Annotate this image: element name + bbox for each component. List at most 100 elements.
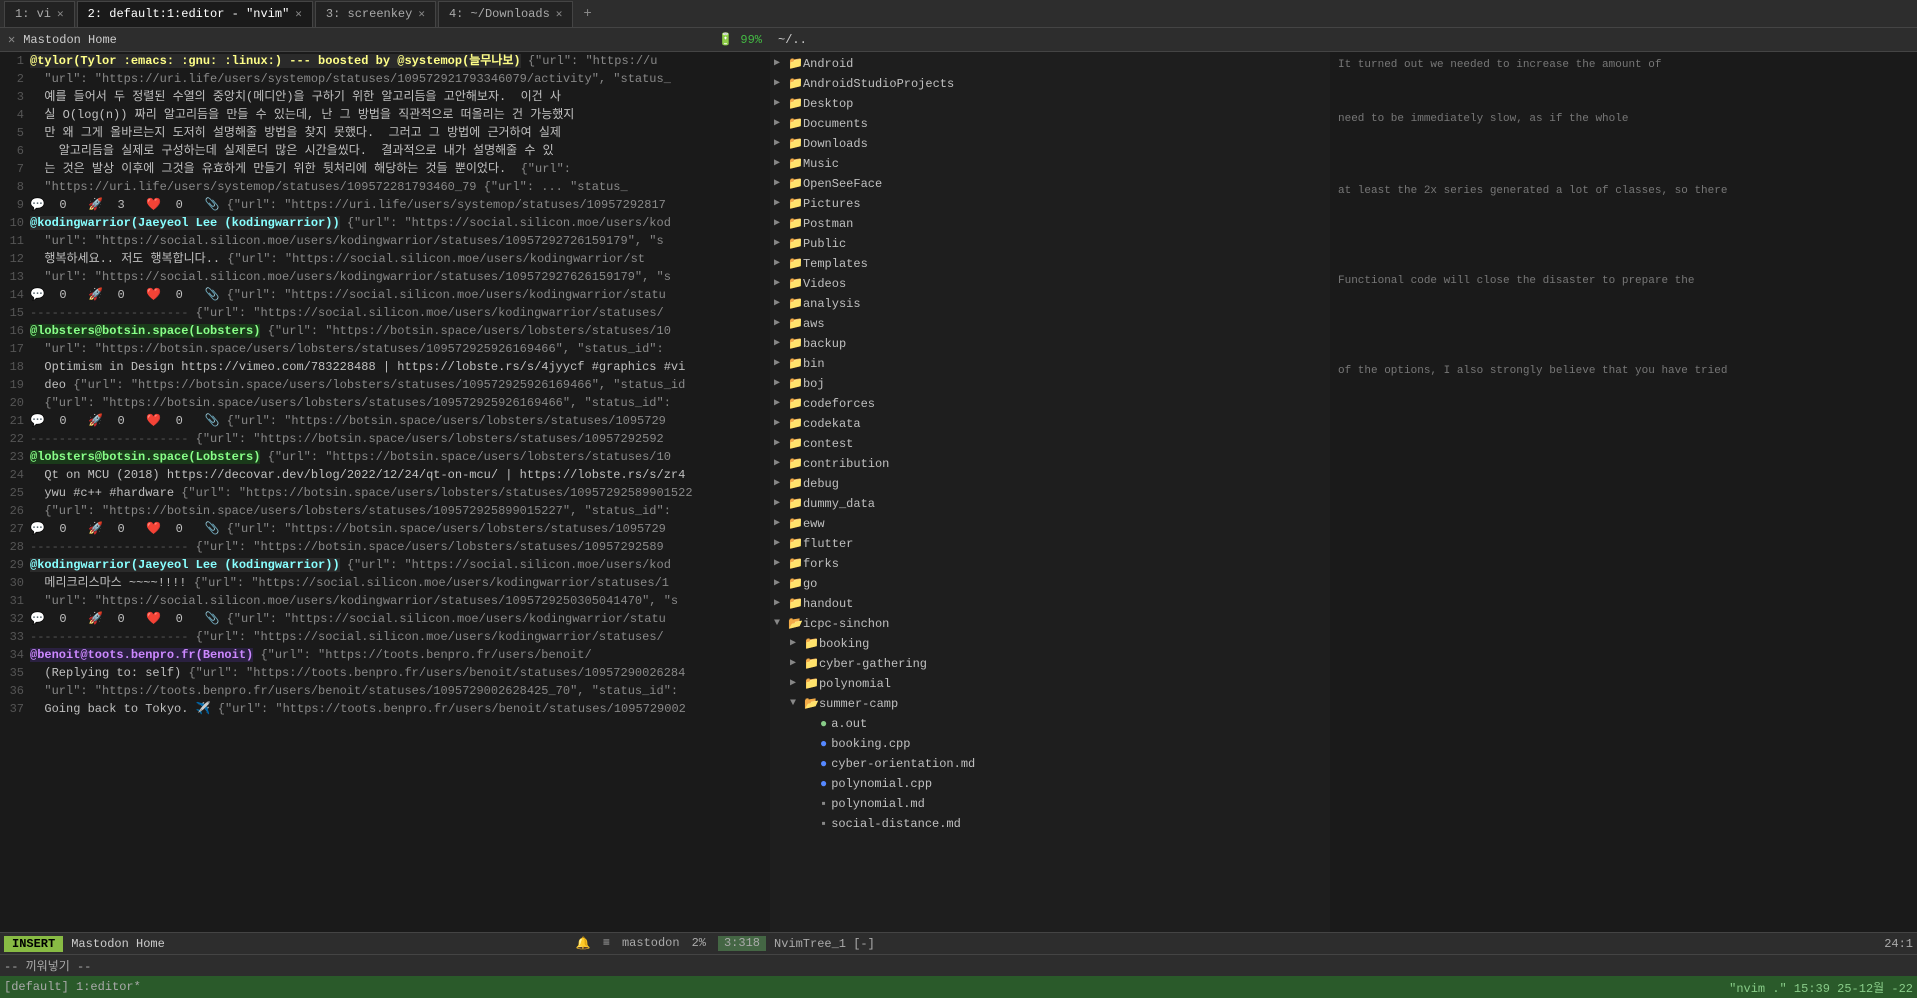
tree-item-desktop[interactable]: ▶ 📁 Desktop [770,94,1330,114]
tree-item-eww[interactable]: ▶ 📁 eww [770,514,1330,534]
tree-label: Android [803,55,853,73]
tree-item-codeforces[interactable]: ▶ 📁 codeforces [770,394,1330,414]
spell-icon: ≡ [603,936,610,951]
tree-item-debug[interactable]: ▶ 📁 debug [770,474,1330,494]
tree-status-label: NvimTree_1 [-] [774,937,875,951]
editor-status-bar: INSERT Mastodon Home 🔔 ≡ mastodon 2% 3:3… [0,932,770,954]
tree-item-analysis[interactable]: ▶ 📁 analysis [770,294,1330,314]
tree-item-dummy-data[interactable]: ▶ 📁 dummy_data [770,494,1330,514]
editor-pane: ✕ Mastodon Home 🔋 99% 1 @tylor(Tylor :em… [0,28,770,954]
tree-item-pictures[interactable]: ▶ 📁 Pictures [770,194,1330,214]
tree-item-androidstudio[interactable]: ▶ 📁 AndroidStudioProjects [770,74,1330,94]
window-close-icon[interactable]: ✕ [8,32,15,47]
folder-icon: 📁 [804,655,819,673]
tree-item-icpc-sinchon[interactable]: ▼ 📂 icpc-sinchon [770,614,1330,634]
editor-line-32: 32 💬 0 🚀 0 ❤️ 0 📎 {"url": "https://socia… [0,610,770,628]
tree-item-cyber-orientation-md[interactable]: ● cyber-orientation.md [770,754,1330,774]
tree-item-polynomial-md[interactable]: ▪ polynomial.md [770,794,1330,814]
tree-item-backup[interactable]: ▶ 📁 backup [770,334,1330,354]
tree-label: aws [803,315,825,333]
tab-2[interactable]: 2: default:1:editor - "nvim" ✕ [77,1,313,27]
tree-label: Downloads [803,135,868,153]
tree-label: codekata [803,415,861,433]
tree-item-contribution[interactable]: ▶ 📁 contribution [770,454,1330,474]
tree-arrow-open: ▼ [790,695,804,713]
tree-item-handout[interactable]: ▶ 📁 handout [770,594,1330,614]
tree-item-polynomial[interactable]: ▶ 📁 polynomial [770,674,1330,694]
tree-arrow: ▶ [774,215,788,233]
editor-line-4: 4 실 O(log(n)) 짜리 알고리듬을 만들 수 있는데, 난 그 방법을… [0,106,770,124]
tree-arrow-open: ▼ [774,615,788,633]
tree-item-downloads[interactable]: ▶ 📁 Downloads [770,134,1330,154]
tree-item-social-distance-md[interactable]: ▪ social-distance.md [770,814,1330,834]
tree-label: contest [803,435,853,453]
tree-label: Pictures [803,195,861,213]
editor-line-2: 2 "url": "https://uri.life/users/systemo… [0,70,770,88]
tree-arrow: ▶ [774,135,788,153]
tree-label: forks [803,555,839,573]
editor-content[interactable]: 1 @tylor(Tylor :emacs: :gnu: :linux:) --… [0,52,770,932]
tree-item-flutter[interactable]: ▶ 📁 flutter [770,534,1330,554]
tree-item-public[interactable]: ▶ 📁 Public [770,234,1330,254]
folder-icon: 📁 [788,195,803,213]
editor-line-21: 21 💬 0 🚀 0 ❤️ 0 📎 {"url": "https://botsi… [0,412,770,430]
tree-item-aws[interactable]: ▶ 📁 aws [770,314,1330,334]
tree-label: boj [803,375,825,393]
editor-line-24: 24 Qt on MCU (2018) https://decovar.dev/… [0,466,770,484]
tree-arrow: ▶ [774,295,788,313]
tree-item-booking[interactable]: ▶ 📁 booking [770,634,1330,654]
tree-item-a-out[interactable]: ● a.out [770,714,1330,734]
tab-2-close[interactable]: ✕ [295,7,302,21]
tree-item-codekata[interactable]: ▶ 📁 codekata [770,414,1330,434]
tree-item-openseeface[interactable]: ▶ 📁 OpenSeeFace [770,174,1330,194]
tree-arrow: ▶ [774,375,788,393]
tree-item-booking-cpp[interactable]: ● booking.cpp [770,734,1330,754]
tree-item-boj[interactable]: ▶ 📁 boj [770,374,1330,394]
file-cpp-icon: ● [820,755,827,773]
tab-1[interactable]: 1: vi ✕ [4,1,75,27]
folder-icon: 📁 [804,675,819,693]
editor-status-right: 🔔 ≡ mastodon 2% 3:318 [576,936,766,951]
tree-label: Music [803,155,839,173]
tree-item-videos[interactable]: ▶ 📁 Videos [770,274,1330,294]
editor-line-27: 27 💬 0 🚀 0 ❤️ 0 📎 {"url": "https://botsi… [0,520,770,538]
tree-label: bin [803,355,825,373]
scroll-percent: 2% [692,936,706,951]
tree-arrow: ▶ [774,95,788,113]
editor-title-bar: ✕ Mastodon Home 🔋 99% [0,28,770,52]
tree-label: polynomial [819,675,891,693]
editor-line-31: 31 "url": "https://social.silicon.moe/us… [0,592,770,610]
tree-item-forks[interactable]: ▶ 📁 forks [770,554,1330,574]
tree-arrow: ▶ [774,235,788,253]
tree-item-templates[interactable]: ▶ 📁 Templates [770,254,1330,274]
tree-item-summer-camp[interactable]: ▼ 📂 summer-camp [770,694,1330,714]
tab-4[interactable]: 4: ~/Downloads ✕ [438,1,573,27]
tree-item-cyber-gathering[interactable]: ▶ 📁 cyber-gathering [770,654,1330,674]
tab-3-close[interactable]: ✕ [418,7,425,21]
tree-item-android[interactable]: ▶ 📁 Android [770,54,1330,74]
tree-item-contest[interactable]: ▶ 📁 contest [770,434,1330,454]
editor-line-26: 26 {"url": "https://botsin.space/users/l… [0,502,770,520]
tree-item-polynomial-cpp[interactable]: ● polynomial.cpp [770,774,1330,794]
tree-arrow: ▶ [774,195,788,213]
tree-item-music[interactable]: ▶ 📁 Music [770,154,1330,174]
editor-line-19: 19 deo {"url": "https://botsin.space/use… [0,376,770,394]
tab-3[interactable]: 3: screenkey ✕ [315,1,436,27]
tab-4-close[interactable]: ✕ [556,7,563,21]
file-tree[interactable]: ▶ 📁 Android ▶ 📁 AndroidStudioProjects ▶ … [770,52,1330,932]
new-tab-button[interactable]: + [575,2,599,26]
editor-line-23: 23 @lobsters@botsin.space(Lobsters) {"ur… [0,448,770,466]
tree-item-bin[interactable]: ▶ 📁 bin [770,354,1330,374]
folder-icon: 📁 [788,95,803,113]
folder-icon: 📁 [788,435,803,453]
editor-line-37: 37 Going back to Tokyo. ✈️ {"url": "http… [0,700,770,718]
tab-1-close[interactable]: ✕ [57,7,64,21]
folder-icon: 📁 [788,275,803,293]
tab-3-label: 3: screenkey [326,7,412,21]
tree-item-go[interactable]: ▶ 📁 go [770,574,1330,594]
tree-item-documents[interactable]: ▶ 📁 Documents [770,114,1330,134]
mode-indicator: INSERT [4,936,63,952]
tree-label: cyber-orientation.md [831,755,975,773]
tree-item-postman[interactable]: ▶ 📁 Postman [770,214,1330,234]
editor-line-9: 9 💬 0 🚀 3 ❤️ 0 📎 {"url": "https://uri.li… [0,196,770,214]
